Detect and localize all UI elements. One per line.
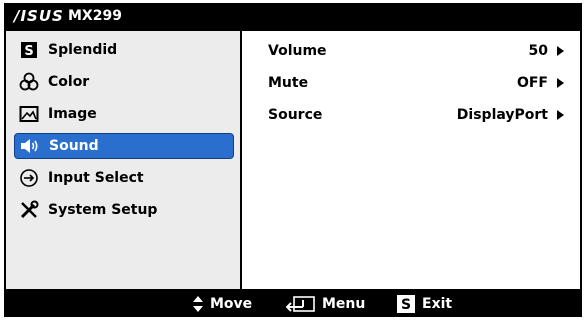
footer-menu-label: Menu — [322, 296, 366, 312]
footer-move[interactable]: Move — [192, 291, 252, 317]
up-down-arrows-icon — [192, 295, 204, 313]
sidebar-item-label: Input Select — [48, 170, 144, 186]
setting-row-volume[interactable]: Volume 50 — [268, 41, 568, 63]
sidebar-item-label: Sound — [49, 138, 99, 154]
splendid-s-icon: S — [18, 39, 40, 61]
image-icon — [18, 103, 40, 125]
brand-logo: /ISUS — [14, 7, 64, 25]
sidebar-item-label: System Setup — [48, 202, 158, 218]
footer-exit[interactable]: S Exit — [396, 291, 452, 317]
setting-label: Volume — [268, 43, 327, 59]
setting-row-source[interactable]: Source DisplayPort — [268, 105, 568, 127]
arrow-right-icon — [557, 78, 564, 88]
model-name: MX299 — [68, 8, 122, 24]
arrow-right-icon — [557, 46, 564, 56]
input-arrow-icon — [18, 167, 40, 189]
sidebar-item-splendid[interactable]: S Splendid — [14, 37, 234, 63]
speaker-icon — [19, 135, 41, 157]
osd-window: /ISUS MX299 S Splendid Color Image Sound… — [4, 3, 582, 317]
enter-icon — [286, 295, 316, 313]
setting-label: Source — [268, 107, 323, 123]
setting-value: OFF — [516, 75, 548, 91]
svg-text:S: S — [401, 297, 411, 313]
settings-panel: Volume 50 Mute OFF Source DisplayPort — [242, 31, 580, 289]
splendid-s-icon: S — [396, 294, 416, 314]
sidebar-item-system-setup[interactable]: System Setup — [14, 197, 234, 223]
sidebar-item-input-select[interactable]: Input Select — [14, 165, 234, 191]
tools-icon — [18, 199, 40, 221]
footer-bar: Move Menu S Exit — [4, 291, 582, 317]
footer-exit-label: Exit — [422, 296, 453, 312]
sidebar-item-label: Splendid — [48, 42, 118, 58]
sidebar-item-sound[interactable]: Sound — [14, 133, 234, 159]
arrow-right-icon — [557, 110, 564, 120]
title-bar: /ISUS MX299 — [4, 3, 582, 29]
sidebar-item-label: Color — [48, 74, 90, 90]
svg-text:S: S — [24, 44, 33, 59]
setting-row-mute[interactable]: Mute OFF — [268, 73, 568, 95]
setting-value: 50 — [528, 43, 548, 59]
sidebar-item-color[interactable]: Color — [14, 69, 234, 95]
setting-label: Mute — [268, 75, 309, 91]
footer-move-label: Move — [210, 296, 253, 312]
sidebar-menu: S Splendid Color Image Sound Input Selec… — [6, 31, 240, 289]
sidebar-item-image[interactable]: Image — [14, 101, 234, 127]
setting-value: DisplayPort — [456, 107, 548, 123]
sidebar-item-label: Image — [48, 106, 97, 122]
footer-menu[interactable]: Menu — [286, 291, 365, 317]
color-circles-icon — [18, 71, 40, 93]
